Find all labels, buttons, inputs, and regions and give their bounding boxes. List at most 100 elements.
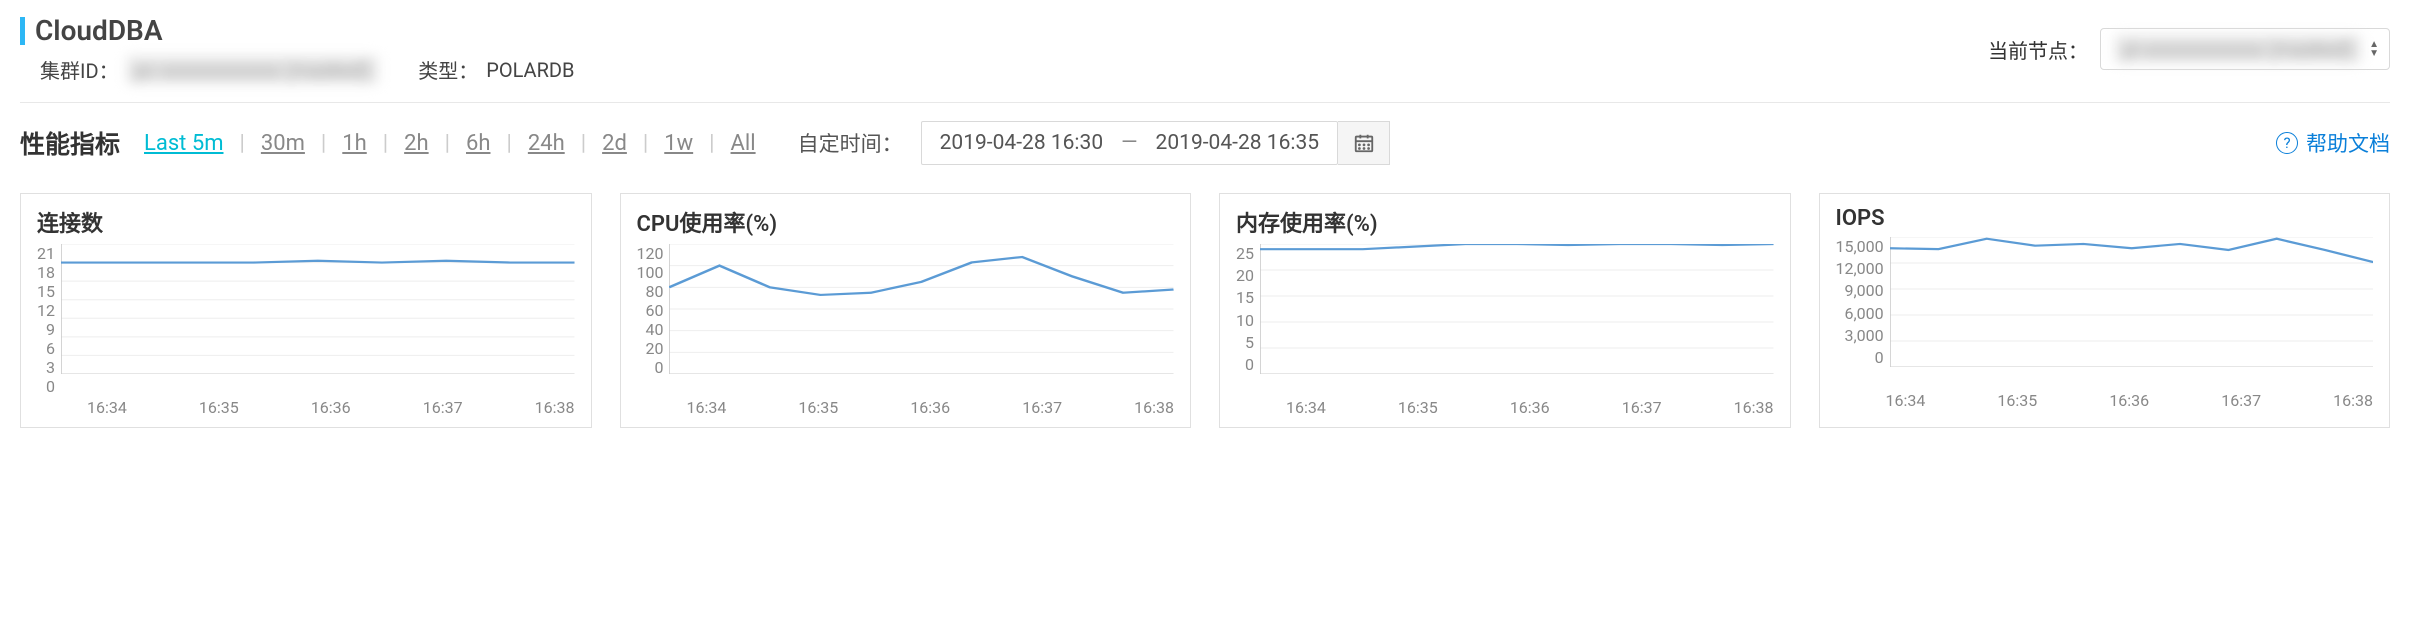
select-arrow-icon: ▲▼ — [2369, 41, 2379, 58]
range-separator: | — [709, 131, 714, 156]
range-link-all[interactable]: All — [729, 131, 758, 156]
chart-title: IOPS — [1836, 206, 2374, 231]
type-pair: 类型： POLARDB — [418, 55, 574, 84]
toolbar-left: 性能指标 Last 5m|30m|1h|2h|6h|24h|2d|1w|All … — [20, 121, 1390, 165]
x-tick: 16:35 — [1398, 398, 1438, 417]
range-link-6h[interactable]: 6h — [464, 131, 492, 156]
y-tick: 15,000 — [1836, 237, 1884, 256]
cluster-id-pair: 集群ID： pc-xxxxxxxxxxxx (masked) — [40, 55, 378, 84]
range-separator: | — [643, 131, 648, 156]
range-separator: | — [321, 131, 326, 156]
y-tick: 6 — [46, 339, 55, 358]
time-from: 2019-04-28 16:30 — [940, 131, 1104, 155]
range-link-2h[interactable]: 2h — [402, 131, 430, 156]
page-header: CloudDBA 集群ID： pc-xxxxxxxxxxxx (masked) … — [20, 8, 2390, 96]
y-tick: 80 — [646, 282, 664, 301]
current-node-label: 当前节点： — [1988, 35, 2088, 64]
x-axis: 16:34 16:35 16:36 16:37 16:38 — [1236, 398, 1774, 417]
title-line: CloudDBA — [20, 14, 575, 47]
y-tick: 0 — [654, 358, 663, 377]
x-tick: 16:34 — [87, 398, 127, 417]
range-link-1w[interactable]: 1w — [662, 131, 695, 156]
x-tick: 16:34 — [1886, 391, 1926, 410]
type-value: POLARDB — [486, 58, 574, 82]
plot-area — [61, 244, 575, 374]
x-tick: 16:36 — [910, 398, 950, 417]
range-link-2d[interactable]: 2d — [600, 131, 629, 156]
x-tick: 16:36 — [311, 398, 351, 417]
range-separator: | — [581, 131, 586, 156]
y-tick: 25 — [1236, 244, 1254, 263]
x-tick: 16:34 — [1286, 398, 1326, 417]
current-node-select[interactable]: pi-xxxxxxxxxxxx (masked) ▲▼ — [2100, 28, 2390, 70]
time-to: 2019-04-28 16:35 — [1156, 131, 1320, 155]
chart-card-2: 内存使用率(%)252015105016:3416:3516:3616:3716… — [1219, 193, 1791, 428]
time-range-links: Last 5m|30m|1h|2h|6h|24h|2d|1w|All — [142, 131, 758, 156]
page-title: CloudDBA — [35, 14, 163, 47]
range-link-24h[interactable]: 24h — [526, 131, 567, 156]
toolbar: 性能指标 Last 5m|30m|1h|2h|6h|24h|2d|1w|All … — [20, 121, 2390, 165]
y-axis: 2520151050 — [1236, 244, 1260, 374]
range-link-1h[interactable]: 1h — [340, 131, 368, 156]
x-axis: 16:34 16:35 16:36 16:37 16:38 — [637, 398, 1175, 417]
chart-title: CPU使用率(%) — [637, 206, 1175, 238]
y-tick: 12 — [37, 301, 55, 320]
y-tick: 15 — [37, 282, 55, 301]
type-label: 类型： — [418, 55, 478, 84]
x-tick: 16:35 — [798, 398, 838, 417]
y-tick: 10 — [1236, 311, 1254, 330]
y-tick: 3 — [46, 358, 55, 377]
x-tick: 16:35 — [1997, 391, 2037, 410]
x-tick: 16:37 — [1622, 398, 1662, 417]
help-link[interactable]: ? 帮助文档 — [2276, 128, 2390, 158]
range-separator: | — [506, 131, 511, 156]
x-tick: 16:38 — [1134, 398, 1174, 417]
x-tick: 16:38 — [1734, 398, 1774, 417]
custom-time-label: 自定时间： — [798, 128, 903, 158]
plot-area — [669, 244, 1174, 374]
x-tick: 16:37 — [1022, 398, 1062, 417]
x-axis: 16:3416:3516:3616:3716:38 — [1836, 391, 2374, 410]
y-tick: 60 — [646, 301, 664, 320]
plot-area — [1260, 244, 1774, 374]
chart-body: 2520151050 — [1236, 244, 1774, 394]
y-tick: 40 — [646, 320, 664, 339]
x-tick: 16:38 — [2333, 391, 2373, 410]
calendar-icon — [1353, 132, 1375, 154]
help-label: 帮助文档 — [2306, 128, 2390, 158]
y-tick: 20 — [1236, 266, 1254, 285]
calendar-button[interactable] — [1338, 121, 1390, 165]
chart-body: 120100806040200 — [637, 244, 1175, 394]
y-tick: 0 — [46, 377, 55, 396]
range-link-30m[interactable]: 30m — [259, 131, 307, 156]
y-tick: 0 — [1875, 348, 1884, 367]
time-range-input[interactable]: 2019-04-28 16:30 — 2019-04-28 16:35 — [921, 121, 1338, 165]
x-tick: 16:35 — [199, 398, 239, 417]
range-separator: | — [240, 131, 245, 156]
y-tick: 9,000 — [1844, 281, 1883, 300]
chart-card-1: CPU使用率(%)12010080604020016:3416:3516:361… — [620, 193, 1192, 428]
y-tick: 20 — [646, 339, 664, 358]
meta-line: 集群ID： pc-xxxxxxxxxxxx (masked) 类型： POLAR… — [20, 55, 575, 84]
x-tick: 16:34 — [687, 398, 727, 417]
x-tick: 16:38 — [535, 398, 575, 417]
range-link-last-5m[interactable]: Last 5m — [142, 131, 225, 156]
y-tick: 120 — [637, 244, 664, 263]
y-tick: 9 — [46, 320, 55, 339]
x-tick: 16:37 — [423, 398, 463, 417]
y-tick: 15 — [1236, 288, 1254, 307]
chart-card-0: 连接数 211815129630 16:34 16:35 16:36 16:37 16:38 — [20, 193, 592, 428]
chart-title: 连接数 — [37, 206, 575, 238]
x-tick: 16:36 — [1510, 398, 1550, 417]
charts-row: 连接数 211815129630 16:34 16:35 16:36 16:37 16:38… — [20, 193, 2390, 428]
range-separator: | — [383, 131, 388, 156]
chart-body: 15,00012,0009,0006,0003,0000 — [1836, 237, 2374, 387]
y-axis: 211815129630 — [37, 244, 61, 374]
y-axis: 15,00012,0009,0006,0003,0000 — [1836, 237, 1890, 367]
time-dash: — — [1121, 131, 1137, 155]
title-accent-bar — [20, 17, 25, 45]
y-tick: 100 — [637, 263, 664, 282]
y-tick: 5 — [1245, 333, 1254, 352]
chart-title: 内存使用率(%) — [1236, 206, 1774, 238]
current-node-value: pi-xxxxxxxxxxxx (masked) — [2115, 35, 2361, 63]
